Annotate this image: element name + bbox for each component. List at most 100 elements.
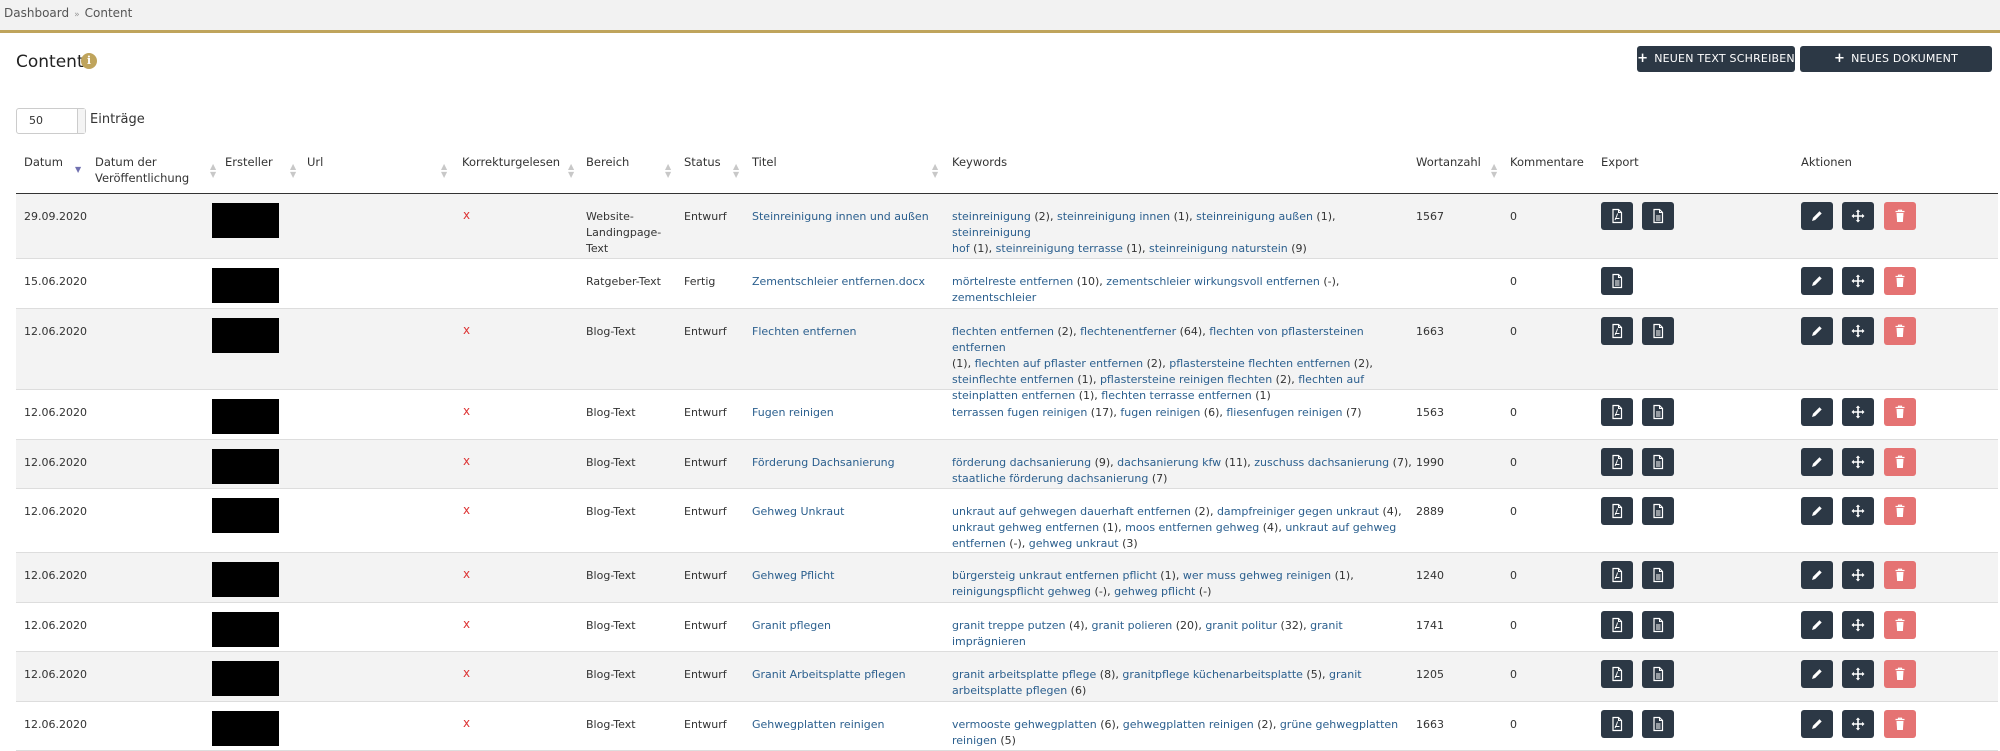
edit-button[interactable]	[1801, 398, 1833, 426]
keyword-link[interactable]: fugen reinigen	[1120, 406, 1200, 419]
keyword-link[interactable]: steinreinigung	[952, 210, 1031, 223]
move-button[interactable]	[1842, 398, 1874, 426]
column-header-veroeffentlichung[interactable]: Datum der Veröffentlichung	[95, 154, 189, 186]
keyword-link[interactable]: hof	[952, 242, 970, 255]
column-header-url[interactable]: Url	[307, 154, 323, 170]
keyword-link[interactable]: flechtenentferner	[1080, 325, 1176, 338]
column-header-datum[interactable]: Datum	[24, 154, 63, 170]
keyword-link[interactable]: steinreinigung terrasse	[996, 242, 1123, 255]
export-doc-button[interactable]	[1642, 317, 1674, 345]
move-button[interactable]	[1842, 202, 1874, 230]
export-pdf-button[interactable]	[1601, 561, 1633, 589]
export-doc-button[interactable]	[1642, 660, 1674, 688]
edit-button[interactable]	[1801, 611, 1833, 639]
cell-titel-link[interactable]: Zementschleier entfernen.docx	[752, 274, 925, 290]
column-header-titel[interactable]: Titel	[752, 154, 777, 170]
cell-titel-link[interactable]: Granit pflegen	[752, 618, 831, 634]
keyword-link[interactable]: terrassen fugen reinigen	[952, 406, 1087, 419]
keyword-link[interactable]: unkraut auf gehweg	[1285, 521, 1396, 534]
export-pdf-button[interactable]	[1601, 317, 1633, 345]
keyword-link[interactable]: grüne gehwegplatten	[1280, 718, 1398, 731]
export-doc-button[interactable]	[1642, 611, 1674, 639]
entries-per-page-input[interactable]: 50	[16, 108, 86, 134]
keyword-link[interactable]: granit arbeitsplatte pflege	[952, 668, 1096, 681]
keyword-link[interactable]: steinreinigung außen	[1196, 210, 1313, 223]
export-doc-button[interactable]	[1642, 497, 1674, 525]
export-pdf-button[interactable]	[1601, 202, 1633, 230]
move-button[interactable]	[1842, 561, 1874, 589]
new-text-button[interactable]: + NEUEN TEXT SCHREIBEN	[1637, 46, 1795, 72]
move-button[interactable]	[1842, 267, 1874, 295]
delete-button[interactable]	[1884, 267, 1916, 295]
keyword-link[interactable]: vermooste gehwegplatten	[952, 718, 1097, 731]
cell-titel-link[interactable]: Granit Arbeitsplatte pflegen	[752, 667, 906, 683]
delete-button[interactable]	[1884, 202, 1916, 230]
export-pdf-button[interactable]	[1601, 611, 1633, 639]
column-header-korrekturgelesen[interactable]: Korrekturgelesen	[462, 154, 560, 170]
edit-button[interactable]	[1801, 202, 1833, 230]
export-doc-button[interactable]	[1642, 398, 1674, 426]
keyword-link[interactable]: granit	[1329, 668, 1362, 681]
keyword-link[interactable]: zementschleier wirkungsvoll entfernen	[1106, 275, 1320, 288]
keyword-link[interactable]: steinreinigung naturstein	[1149, 242, 1288, 255]
edit-button[interactable]	[1801, 561, 1833, 589]
delete-button[interactable]	[1884, 497, 1916, 525]
move-button[interactable]	[1842, 497, 1874, 525]
keyword-link[interactable]: gehwegplatten reinigen	[1123, 718, 1254, 731]
move-button[interactable]	[1842, 660, 1874, 688]
keyword-link[interactable]: steinflechte entfernen	[952, 373, 1074, 386]
export-pdf-button[interactable]	[1601, 448, 1633, 476]
keyword-link[interactable]: granitpflege küchenarbeitsplatte	[1122, 668, 1303, 681]
delete-button[interactable]	[1884, 448, 1916, 476]
cell-titel-link[interactable]: Gehwegplatten reinigen	[752, 717, 885, 733]
keyword-link[interactable]: zementschleier	[952, 291, 1036, 304]
keyword-link[interactable]: dachsanierung kfw	[1117, 456, 1221, 469]
edit-button[interactable]	[1801, 710, 1833, 738]
cell-titel-link[interactable]: Gehweg Pflicht	[752, 568, 834, 584]
keyword-link[interactable]: arbeitsplatte pflegen	[952, 684, 1067, 697]
export-pdf-button[interactable]	[1601, 398, 1633, 426]
cell-titel-link[interactable]: Steinreinigung innen und außen	[752, 209, 929, 225]
keyword-link[interactable]: flechten auf pflaster entfernen	[975, 357, 1144, 370]
move-button[interactable]	[1842, 317, 1874, 345]
cell-titel-link[interactable]: Fugen reinigen	[752, 405, 834, 421]
keyword-link[interactable]: gehweg pflicht	[1114, 585, 1195, 598]
edit-button[interactable]	[1801, 660, 1833, 688]
column-header-status[interactable]: Status	[684, 154, 721, 170]
keyword-link[interactable]: förderung dachsanierung	[952, 456, 1091, 469]
cell-titel-link[interactable]: Förderung Dachsanierung	[752, 455, 895, 471]
column-header-wortanzahl[interactable]: Wortanzahl	[1416, 154, 1481, 170]
edit-button[interactable]	[1801, 497, 1833, 525]
keyword-link[interactable]: pflastersteine flechten entfernen	[1169, 357, 1350, 370]
spinner-icon[interactable]	[77, 109, 85, 133]
keyword-link[interactable]: unkraut gehweg entfernen	[952, 521, 1099, 534]
keyword-link[interactable]: steinreinigung	[952, 226, 1031, 239]
export-doc-button[interactable]	[1642, 202, 1674, 230]
export-pdf-button[interactable]	[1601, 497, 1633, 525]
keyword-link[interactable]: granit polieren	[1092, 619, 1173, 632]
keyword-link[interactable]: staatliche förderung dachsanierung	[952, 472, 1148, 485]
export-pdf-button[interactable]	[1601, 710, 1633, 738]
info-icon[interactable]: i	[81, 53, 97, 69]
keyword-link[interactable]: fliesenfugen reinigen	[1226, 406, 1342, 419]
keyword-link[interactable]: moos entfernen gehweg	[1125, 521, 1259, 534]
delete-button[interactable]	[1884, 561, 1916, 589]
keyword-link[interactable]: wer muss gehweg reinigen	[1183, 569, 1331, 582]
cell-titel-link[interactable]: Flechten entfernen	[752, 324, 856, 340]
keyword-link[interactable]: bürgersteig unkraut entfernen pflicht	[952, 569, 1157, 582]
keyword-link[interactable]: pflastersteine reinigen flechten	[1100, 373, 1272, 386]
keyword-link[interactable]: reinigungspflicht gehweg	[952, 585, 1091, 598]
keyword-link[interactable]: unkraut auf gehwegen dauerhaft entfernen	[952, 505, 1191, 518]
export-pdf-button[interactable]	[1601, 660, 1633, 688]
keyword-link[interactable]: reinigen	[952, 734, 997, 747]
edit-button[interactable]	[1801, 317, 1833, 345]
edit-button[interactable]	[1801, 448, 1833, 476]
keyword-link[interactable]: granit treppe putzen	[952, 619, 1065, 632]
keyword-link[interactable]: dampfreiniger gegen unkraut	[1217, 505, 1379, 518]
move-button[interactable]	[1842, 448, 1874, 476]
column-header-ersteller[interactable]: Ersteller	[225, 154, 273, 170]
keyword-link[interactable]: steinreinigung innen	[1057, 210, 1170, 223]
export-doc-button[interactable]	[1642, 448, 1674, 476]
export-doc-button[interactable]	[1642, 710, 1674, 738]
export-doc-button[interactable]	[1601, 267, 1633, 295]
